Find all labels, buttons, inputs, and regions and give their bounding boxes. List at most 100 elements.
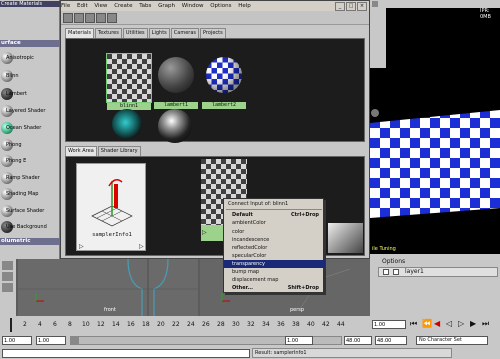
menu-item-color[interactable]: color xyxy=(224,228,325,236)
menu-edit[interactable]: Edit xyxy=(77,3,88,9)
tool-icon[interactable] xyxy=(2,283,13,292)
swatch-lambert2[interactable]: lambert2 xyxy=(202,53,246,109)
menu-item-bump-map[interactable]: bump map xyxy=(224,268,325,276)
hypershade-toolbar xyxy=(61,11,369,25)
front-viewport[interactable]: front xyxy=(18,258,198,316)
tab-work-area[interactable]: Work Area xyxy=(65,146,97,156)
tab-cameras[interactable]: Cameras xyxy=(170,28,199,38)
swatch-lambert1[interactable]: lambert1 xyxy=(154,53,198,109)
node-anisotropic[interactable]: Anisotropic xyxy=(0,50,60,66)
end-time-field[interactable] xyxy=(375,336,407,345)
perspective-viewport[interactable]: IPR: 0MB ile Tuning xyxy=(370,0,500,254)
menu-item-displacement-map[interactable]: displacement map xyxy=(224,276,325,284)
start-time-field[interactable] xyxy=(2,336,32,345)
template-toggle[interactable] xyxy=(393,269,399,275)
render-preview xyxy=(370,109,500,218)
toolbar-icon[interactable] xyxy=(107,13,117,23)
ipr-status: IPR: 0MB xyxy=(480,8,491,20)
output-arrow-icon[interactable]: ▷ xyxy=(139,243,145,250)
tick-label: 4 xyxy=(38,321,42,328)
menu-file[interactable]: File xyxy=(61,3,70,9)
toolbar-icon[interactable] xyxy=(63,13,73,23)
playback-end-field[interactable] xyxy=(344,336,372,345)
menu-item-other[interactable]: Other... Shift+Drop xyxy=(224,284,325,292)
menu-create[interactable]: Create xyxy=(114,3,132,9)
tick-label: 8 xyxy=(68,321,72,328)
current-frame-field[interactable] xyxy=(372,320,406,329)
node-ocean-shader[interactable]: Ocean Shader xyxy=(0,120,60,136)
current-time-indicator[interactable] xyxy=(10,318,12,332)
input-arrow-icon[interactable]: ▷ xyxy=(202,229,208,236)
playback-start-field[interactable] xyxy=(36,336,66,345)
menu-item-label: Other... xyxy=(232,285,254,291)
menu-help[interactable]: Help xyxy=(238,3,251,9)
toolbar-icon[interactable] xyxy=(96,13,106,23)
node-label: Phong E xyxy=(6,158,27,164)
node-layered-shader[interactable]: Layered Shader xyxy=(0,103,60,119)
node-phong[interactable]: Phong xyxy=(0,137,60,153)
toolbar-icon[interactable] xyxy=(85,13,95,23)
tick-label: 44 xyxy=(337,321,345,328)
tab-utilities[interactable]: Utilities xyxy=(122,28,148,38)
tab-lights[interactable]: Lights xyxy=(148,28,170,38)
tab-textures[interactable]: Textures xyxy=(94,28,122,38)
menu-tabs[interactable]: Tabs xyxy=(139,3,151,9)
tick-label: 16 xyxy=(127,321,135,328)
visibility-toggle[interactable] xyxy=(383,269,389,275)
menu-item-transparency[interactable]: transparency xyxy=(224,260,325,268)
node-shading-map[interactable]: Shading Map xyxy=(0,186,60,202)
node-lambert[interactable]: Lambert xyxy=(0,86,60,102)
node-phong-e[interactable]: Phong E xyxy=(0,153,60,169)
samplerinfo-node[interactable]: samplerInfo1 ▷ ▷ xyxy=(76,163,146,251)
step-forward-icon[interactable]: ▶ xyxy=(470,319,476,328)
tab-materials[interactable]: Materials xyxy=(65,28,94,38)
step-back-icon[interactable]: ◀ xyxy=(434,319,440,328)
swatch-blinn1[interactable]: blinn1 xyxy=(106,53,152,110)
close-button[interactable]: × xyxy=(357,2,367,11)
view-icon[interactable] xyxy=(372,1,378,7)
tick-label: 6 xyxy=(53,321,57,328)
node-blinn[interactable]: Blinn xyxy=(0,68,60,84)
category-surface[interactable]: urface xyxy=(0,40,60,47)
node-use-background[interactable]: Use Background xyxy=(0,219,60,235)
layers-options-menu[interactable]: Options xyxy=(382,258,422,265)
tool-icon[interactable] xyxy=(2,272,13,281)
menu-item-default[interactable]: Default Ctrl+Drop xyxy=(224,211,325,219)
character-set-dropdown[interactable]: No Character Set xyxy=(416,336,488,345)
tab-projects[interactable]: Projects xyxy=(200,28,226,38)
play-back-icon[interactable]: ◁ xyxy=(446,319,452,328)
toolbar-icon[interactable] xyxy=(74,13,84,23)
tool-icon[interactable] xyxy=(2,261,13,270)
tab-shader-library[interactable]: Shader Library xyxy=(97,146,141,156)
gradient-node[interactable] xyxy=(328,223,363,253)
category-volumetric[interactable]: olumetric xyxy=(0,238,60,245)
range-handle-left[interactable] xyxy=(71,337,79,344)
menu-item-specularcolor[interactable]: specularColor xyxy=(224,252,325,260)
input-arrow-icon[interactable]: ▷ xyxy=(79,243,85,250)
window-controls: _ □ × xyxy=(334,2,367,11)
time-slider[interactable]: 2 4 6 8 10 12 14 16 18 20 22 24 26 28 30… xyxy=(0,316,500,334)
range-value-field[interactable] xyxy=(285,336,313,345)
tick-label: 30 xyxy=(232,321,240,328)
layer-row[interactable]: layer1 xyxy=(378,267,498,277)
menu-options[interactable]: Options xyxy=(210,3,231,9)
maximize-button[interactable]: □ xyxy=(346,2,356,11)
minimize-button[interactable]: _ xyxy=(335,2,345,11)
menu-window[interactable]: Window xyxy=(182,3,204,9)
range-slider[interactable] xyxy=(70,336,342,345)
sphere-preview xyxy=(158,57,194,93)
menu-item-ambientcolor[interactable]: ambientColor xyxy=(224,219,325,227)
node-ramp-shader[interactable]: Ramp Shader xyxy=(0,170,60,186)
go-to-end-icon[interactable]: ⏭ xyxy=(482,319,489,329)
node-label: Lambert xyxy=(6,91,27,97)
play-icon[interactable]: ▷ xyxy=(458,319,464,328)
node-surface-shader[interactable]: Surface Shader xyxy=(0,203,60,219)
menu-item-reflectedcolor[interactable]: reflectedColor xyxy=(224,244,325,252)
tick-label: 28 xyxy=(217,321,225,328)
menu-view[interactable]: View xyxy=(94,3,107,9)
step-back-key-icon[interactable]: ⏪ xyxy=(422,319,432,328)
go-to-start-icon[interactable]: ⏮ xyxy=(410,319,417,329)
menu-item-incandescence[interactable]: incandescence xyxy=(224,236,325,244)
menu-graph[interactable]: Graph xyxy=(158,3,175,9)
command-input[interactable] xyxy=(2,349,250,358)
